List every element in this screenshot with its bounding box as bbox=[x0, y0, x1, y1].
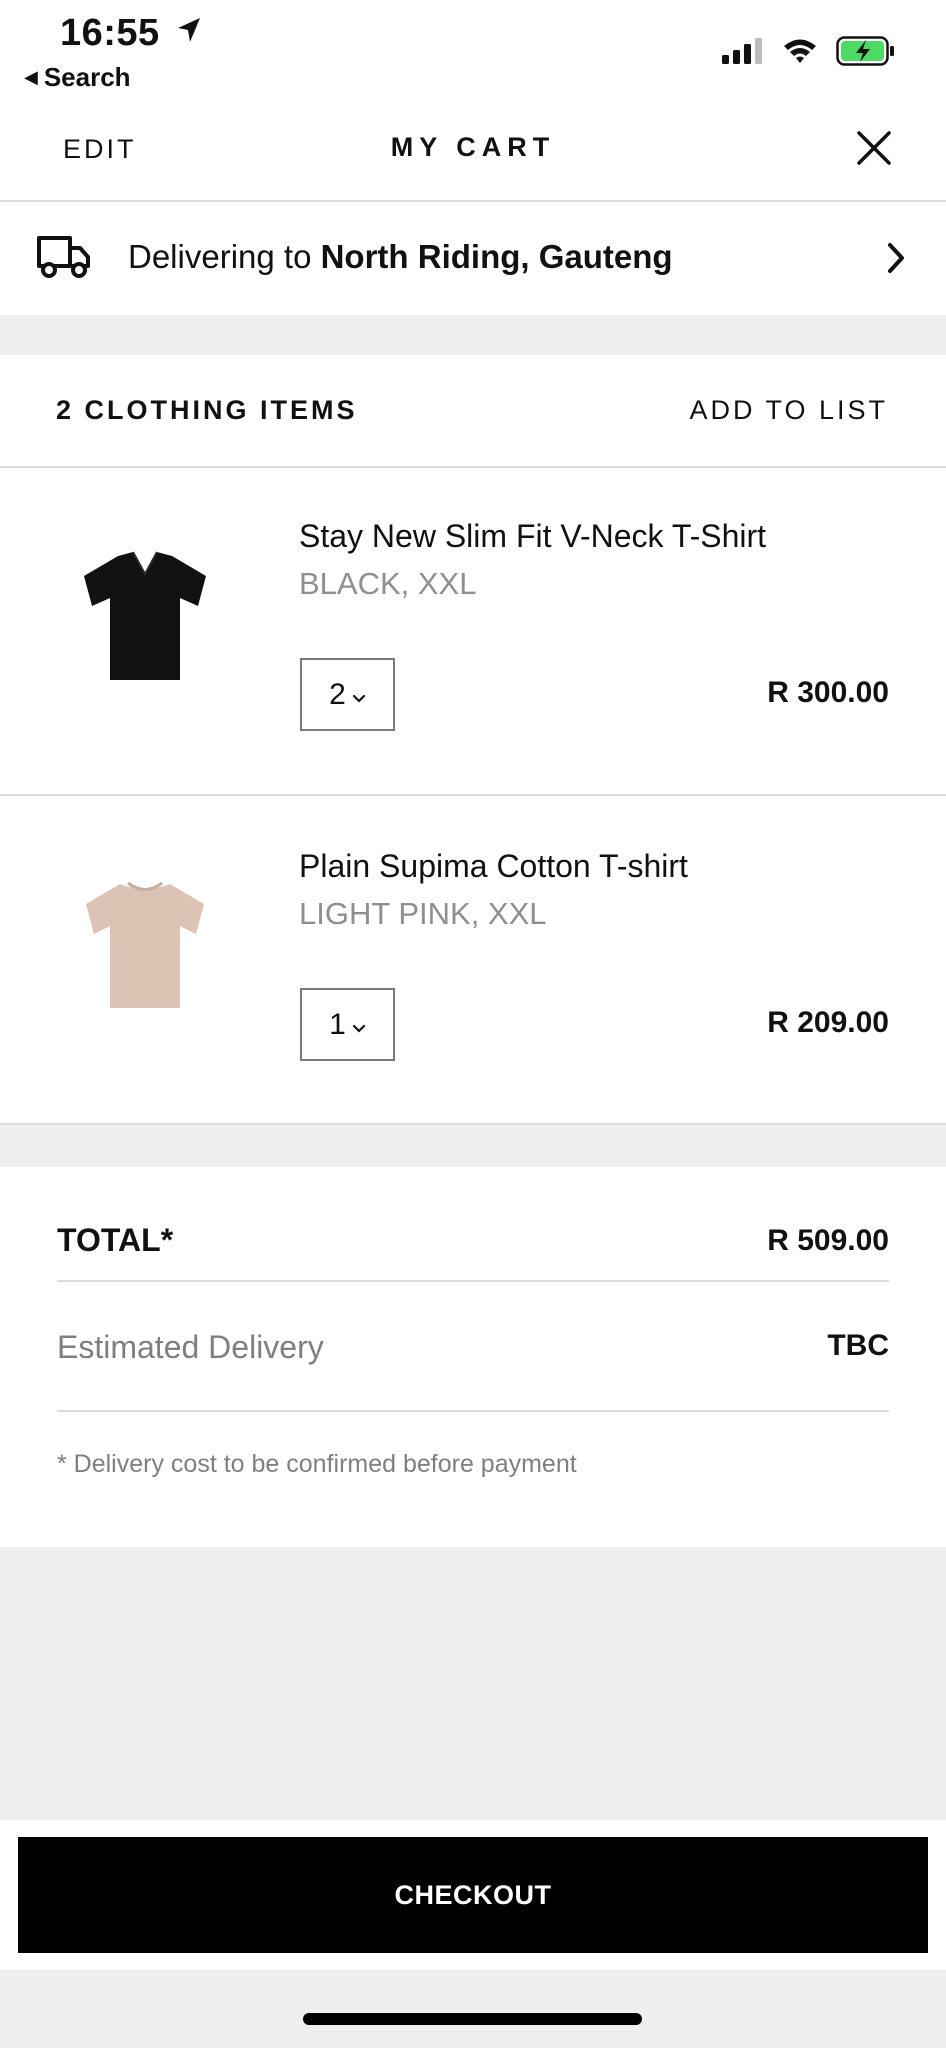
delivery-prefix: Delivering to bbox=[128, 238, 312, 275]
checkout-bar: CHECKOUT bbox=[0, 1820, 946, 1970]
close-icon[interactable] bbox=[854, 128, 894, 168]
back-triangle-icon: ◀ bbox=[24, 67, 38, 87]
add-to-list-button[interactable]: ADD TO LIST bbox=[689, 395, 888, 426]
back-to-search[interactable]: ◀ Search bbox=[24, 62, 131, 93]
truck-icon bbox=[36, 234, 92, 285]
total-value: R 509.00 bbox=[767, 1224, 889, 1257]
wifi-icon bbox=[782, 37, 818, 70]
quantity-select[interactable]: 1 bbox=[300, 988, 395, 1061]
item-variant: LIGHT PINK, XXL bbox=[299, 896, 547, 931]
item-name[interactable]: Plain Supima Cotton T-shirt bbox=[299, 848, 688, 885]
page-title: MY CART bbox=[390, 132, 556, 162]
item-price: R 300.00 bbox=[767, 676, 889, 709]
black-vneck-tshirt-image[interactable] bbox=[70, 546, 220, 686]
chevron-right-icon bbox=[886, 242, 906, 279]
status-bar: 16:55 ◀ Search bbox=[0, 0, 946, 100]
cellular-signal-icon bbox=[722, 38, 764, 69]
status-icons bbox=[722, 36, 896, 71]
estimated-delivery-label: Estimated Delivery bbox=[57, 1329, 324, 1365]
checkout-button[interactable]: CHECKOUT bbox=[18, 1837, 928, 1953]
item-variant: BLACK, XXL bbox=[299, 566, 477, 601]
chevron-down-icon bbox=[352, 1008, 366, 1042]
cart-item: Stay New Slim Fit V-Neck T-Shirt BLACK, … bbox=[0, 468, 946, 796]
location-arrow-icon bbox=[176, 16, 202, 49]
items-count: 2 CLOTHING ITEMS bbox=[56, 395, 358, 425]
cart-header: EDIT MY CART bbox=[0, 100, 946, 202]
back-search-label: Search bbox=[43, 62, 131, 92]
quantity-value: 1 bbox=[329, 1007, 346, 1041]
items-header: 2 CLOTHING ITEMS ADD TO LIST bbox=[0, 355, 946, 468]
cart-item: Plain Supima Cotton T-shirt LIGHT PINK, … bbox=[0, 798, 946, 1126]
battery-charging-icon bbox=[836, 36, 896, 71]
estimated-delivery-value: TBC bbox=[827, 1329, 889, 1362]
total-row: TOTAL* R 509.00 bbox=[57, 1220, 889, 1282]
item-price: R 209.00 bbox=[767, 1006, 889, 1039]
cart-items-card: 2 CLOTHING ITEMS ADD TO LIST Stay New Sl… bbox=[0, 355, 946, 1125]
pink-crewneck-tshirt-image[interactable] bbox=[70, 876, 220, 1016]
total-label: TOTAL* bbox=[57, 1222, 174, 1258]
delivery-location: North Riding, Gauteng bbox=[320, 238, 673, 275]
delivery-location-row[interactable]: Delivering to North Riding, Gauteng bbox=[0, 202, 946, 315]
home-indicator bbox=[303, 2013, 642, 2025]
status-time: 16:55 bbox=[60, 12, 160, 54]
item-name[interactable]: Stay New Slim Fit V-Neck T-Shirt bbox=[299, 518, 766, 555]
delivery-text: Delivering to North Riding, Gauteng bbox=[128, 238, 673, 276]
estimated-delivery-row: Estimated Delivery TBC bbox=[57, 1295, 889, 1412]
order-summary: TOTAL* R 509.00 Estimated Delivery TBC *… bbox=[0, 1167, 946, 1547]
delivery-cost-note: * Delivery cost to be confirmed before p… bbox=[57, 1450, 577, 1478]
chevron-down-icon bbox=[352, 678, 366, 712]
quantity-value: 2 bbox=[329, 677, 346, 711]
quantity-select[interactable]: 2 bbox=[300, 658, 395, 731]
